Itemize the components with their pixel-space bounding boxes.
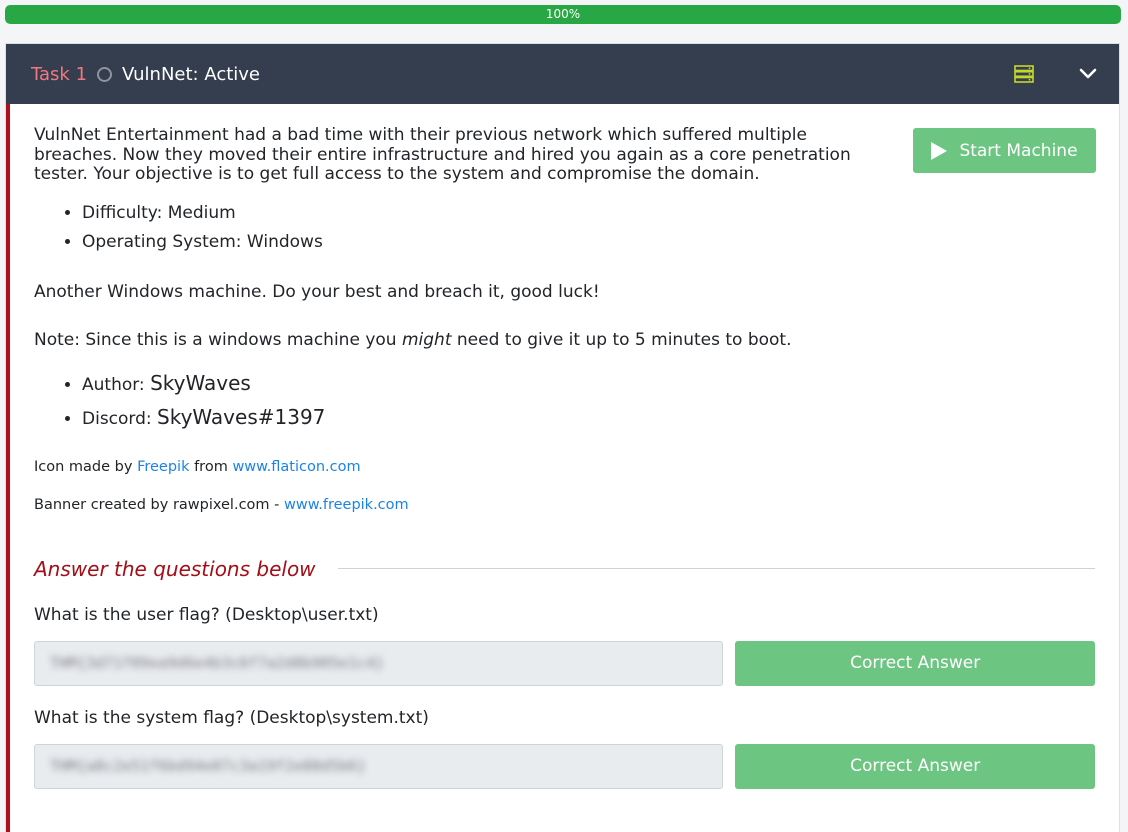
- author-label: Author:: [82, 374, 151, 395]
- credits-list: Author: SkyWaves Discord: SkyWaves#1397: [34, 367, 1095, 435]
- task-header[interactable]: Task 1 VulnNet: Active: [6, 44, 1119, 104]
- start-machine-label: Start Machine: [959, 140, 1078, 161]
- answer-row: THM{3d71f09ea9d6e4b3c6f7a2d8b905e1c4} Co…: [34, 640, 1095, 686]
- details-list: Difficulty: Medium Operating System: Win…: [34, 199, 1095, 257]
- answer-value: THM{a8c2e51f6bd94e07c3a19f2e88d5b6}: [50, 757, 367, 775]
- task-number: Task 1: [31, 63, 88, 85]
- correct-answer-button[interactable]: Correct Answer: [735, 743, 1095, 789]
- answer-section-header: Answer the questions below: [34, 557, 1095, 581]
- server-icon-svg: [1014, 65, 1034, 83]
- divider: [337, 568, 1095, 569]
- answer-field[interactable]: THM{3d71f09ea9d6e4b3c6f7a2d8b905e1c4}: [34, 640, 724, 686]
- task-description: VulnNet Entertainment had a bad time wit…: [34, 125, 851, 184]
- list-item: Difficulty: Medium: [82, 199, 1095, 228]
- chevron-down-icon-svg: [1079, 68, 1097, 79]
- icon-attribution: Icon made by Freepik from www.flaticon.c…: [34, 455, 1095, 479]
- icon-attribution-prefix: Icon made by: [34, 458, 138, 475]
- server-icon[interactable]: [1013, 63, 1035, 85]
- banner-attribution-prefix: Banner created by rawpixel.com -: [34, 496, 284, 513]
- note-text: Note: Since this is a windows machine yo…: [34, 327, 1095, 353]
- banner-attribution: Banner created by rawpixel.com - www.fre…: [34, 493, 1095, 517]
- answer-heading: Answer the questions below: [34, 556, 316, 581]
- answer-field[interactable]: THM{a8c2e51f6bd94e07c3a19f2e88d5b6}: [34, 743, 724, 789]
- task-body: Start Machine VulnNet Entertainment had …: [6, 104, 1119, 832]
- flaticon-link[interactable]: www.flaticon.com: [232, 459, 360, 475]
- discord-item: Discord: SkyWaves#1397: [82, 401, 1095, 435]
- progress-fill: 100%: [5, 5, 1121, 24]
- page: 100% Task 1 VulnNet: Active Start Machin…: [0, 0, 1128, 832]
- task-title: VulnNet: Active: [122, 63, 261, 85]
- freepik-site-link[interactable]: www.freepik.com: [284, 497, 409, 513]
- discord-value: SkyWaves#1397: [157, 404, 326, 429]
- chevron-down-icon[interactable]: [1077, 63, 1099, 85]
- answer-row: THM{a8c2e51f6bd94e07c3a19f2e88d5b6} Corr…: [34, 743, 1095, 789]
- freepik-link[interactable]: Freepik: [137, 459, 189, 475]
- question-text: What is the system flag? (Desktop\system…: [34, 707, 429, 728]
- question-text: What is the user flag? (Desktop\user.txt…: [34, 604, 379, 625]
- author-value: SkyWaves: [150, 370, 251, 395]
- circle-outline-icon: [97, 66, 113, 82]
- closing-text: Another Windows machine. Do your best an…: [34, 281, 600, 302]
- task-card: Task 1 VulnNet: Active Start Machine Vul…: [5, 43, 1120, 832]
- note-emphasis: might: [401, 329, 452, 350]
- author-item: Author: SkyWaves: [82, 367, 1095, 401]
- note-suffix: need to give it up to 5 minutes to boot.: [451, 329, 792, 350]
- note-prefix: Note: Since this is a windows machine yo…: [34, 329, 402, 350]
- icon-attribution-mid: from: [189, 458, 233, 475]
- start-machine-button[interactable]: Start Machine: [913, 128, 1096, 173]
- play-icon: [931, 141, 948, 160]
- discord-label: Discord:: [82, 408, 158, 429]
- correct-answer-button[interactable]: Correct Answer: [735, 640, 1095, 686]
- answer-value: THM{3d71f09ea9d6e4b3c6f7a2d8b905e1c4}: [50, 654, 385, 672]
- progress-bar: 100%: [5, 5, 1121, 24]
- list-item: Operating System: Windows: [82, 228, 1095, 257]
